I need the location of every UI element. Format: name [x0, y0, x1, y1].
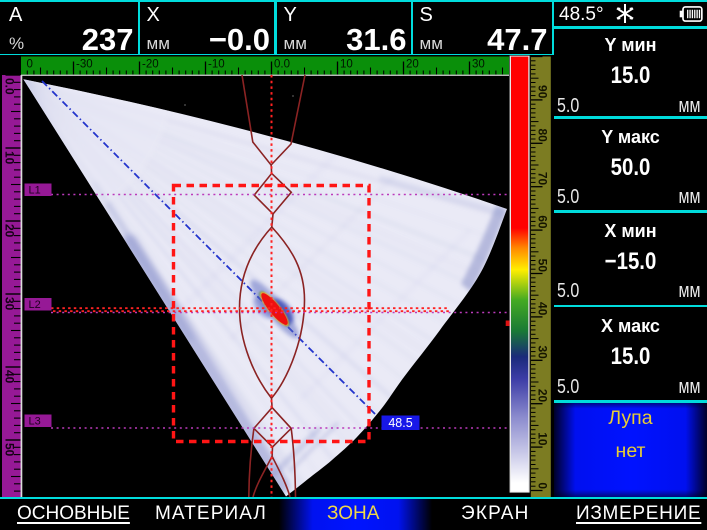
svg-text:50: 50 [3, 443, 17, 457]
svg-text:30: 30 [536, 345, 550, 359]
svg-text:0.0: 0.0 [3, 78, 17, 95]
svg-text:70: 70 [536, 172, 550, 186]
svg-text:20: 20 [406, 59, 419, 71]
svg-text:L3: L3 [29, 416, 41, 428]
svg-text:L2: L2 [29, 299, 41, 311]
svg-text:10: 10 [340, 59, 353, 71]
svg-text:30: 30 [472, 59, 485, 71]
svg-text:40: 40 [3, 370, 17, 384]
svg-text:50: 50 [536, 259, 550, 273]
svg-text:-30: -30 [76, 59, 93, 71]
svg-text:30: 30 [3, 297, 17, 311]
svg-text:0: 0 [536, 482, 550, 489]
svg-text:20: 20 [536, 389, 550, 403]
svg-text:48.5: 48.5 [388, 416, 412, 430]
svg-text:80: 80 [536, 128, 550, 142]
svg-text:40: 40 [536, 302, 550, 316]
svg-text:60: 60 [536, 215, 550, 229]
svg-text:10: 10 [536, 432, 550, 446]
svg-text:-10: -10 [208, 59, 225, 71]
svg-text:0: 0 [27, 59, 33, 71]
svg-text:20: 20 [3, 224, 17, 238]
svg-text:10: 10 [3, 151, 17, 165]
svg-text:0.0: 0.0 [274, 59, 290, 71]
svg-text:90: 90 [536, 85, 550, 99]
svg-text:-20: -20 [142, 59, 159, 71]
svg-text:L1: L1 [29, 185, 41, 197]
